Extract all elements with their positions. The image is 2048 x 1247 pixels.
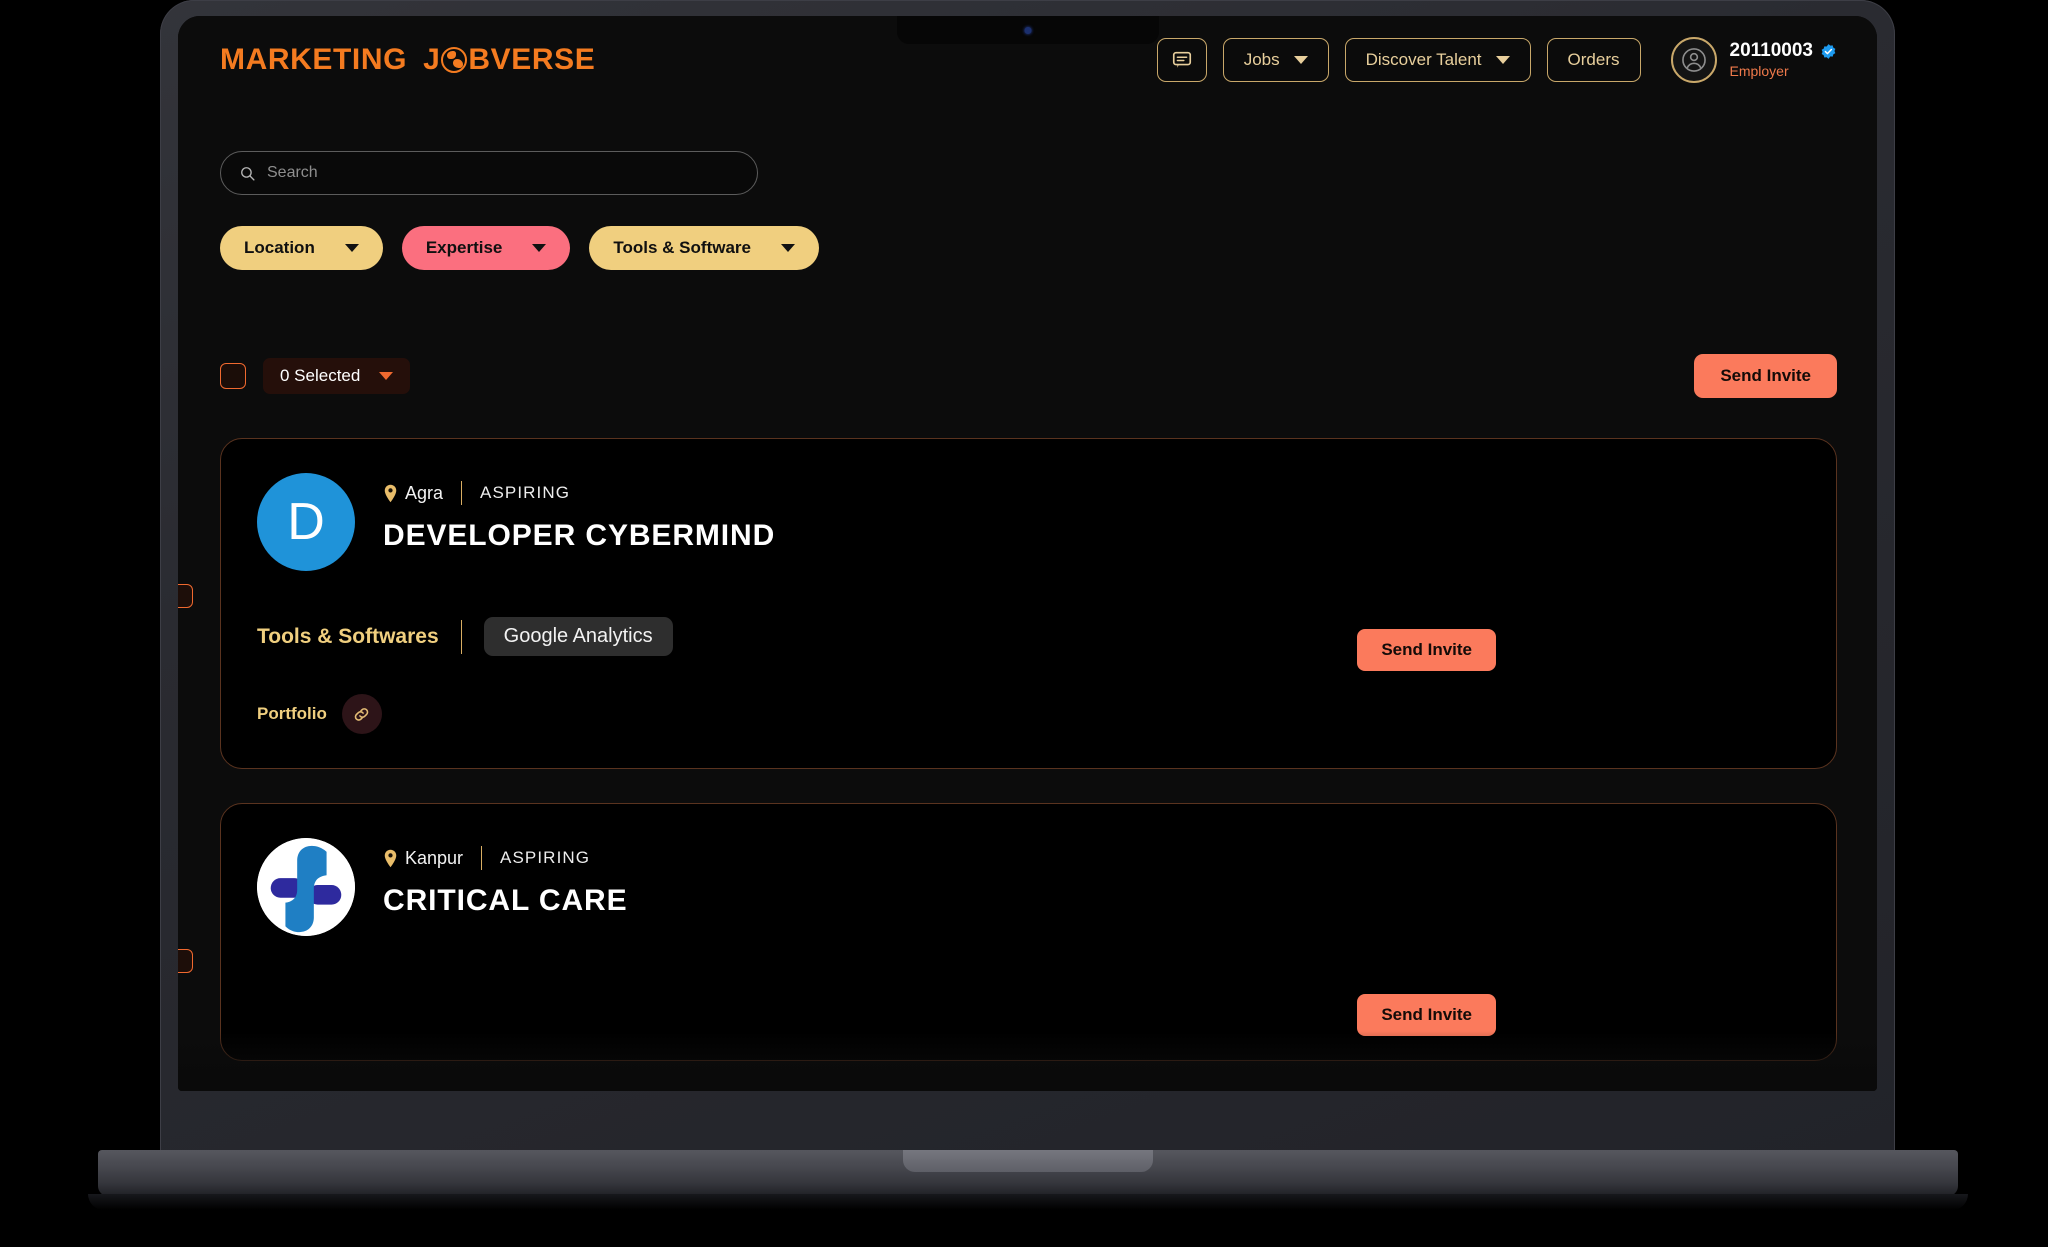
candidate-portfolio-row: Portfolio xyxy=(257,694,1800,734)
app-viewport: MARKETING J BVERSE Jobs Discover Talent … xyxy=(178,16,1877,1091)
candidate-avatar xyxy=(257,838,355,936)
tools-divider xyxy=(460,619,462,654)
laptop-base xyxy=(98,1150,1958,1196)
brand-word-jobverse: J BVERSE xyxy=(423,43,595,77)
candidate-location-label: Agra xyxy=(405,482,444,503)
chevron-down-icon xyxy=(379,372,394,380)
map-pin-icon xyxy=(384,849,397,867)
verified-badge-icon xyxy=(1821,43,1836,59)
candidate-avatar: D xyxy=(257,473,355,571)
tools-label: Tools & Softwares xyxy=(257,624,439,648)
laptop-foot-shadow xyxy=(88,1194,1968,1210)
brand-j: J xyxy=(423,43,441,76)
search-icon xyxy=(241,166,255,181)
candidate-card[interactable]: D Agra ASPIRING DEVELOPER CYBERMIND Send… xyxy=(178,438,1837,769)
filter-location-label: Location xyxy=(244,238,315,257)
screen-notch xyxy=(896,16,1159,44)
select-all-checkbox[interactable] xyxy=(220,363,246,389)
globe-icon xyxy=(441,47,468,73)
company-logo-icon xyxy=(257,838,355,936)
candidate-list: D Agra ASPIRING DEVELOPER CYBERMIND Send… xyxy=(178,438,1837,1061)
profile-id-row: 20110003 xyxy=(1730,39,1838,63)
brand-logo[interactable]: MARKETING J BVERSE xyxy=(220,43,595,77)
filter-tools-software-label: Tools & Software xyxy=(613,238,751,257)
search-input[interactable] xyxy=(267,164,739,182)
filter-pill-group: Location Expertise Tools & Software xyxy=(220,226,1837,270)
user-avatar-icon xyxy=(1681,48,1706,72)
nav-orders-label: Orders xyxy=(1567,50,1620,69)
tool-chip: Google Analytics xyxy=(483,617,673,656)
send-invite-button[interactable]: Send Invite xyxy=(1357,994,1496,1036)
filter-location[interactable]: Location xyxy=(220,226,383,270)
profile-role: Employer xyxy=(1729,63,1789,80)
filter-expertise[interactable]: Expertise xyxy=(401,226,571,270)
filter-expertise-label: Expertise xyxy=(425,238,503,257)
candidate-select-checkbox[interactable] xyxy=(178,949,193,973)
search-bar[interactable] xyxy=(220,151,758,195)
nav-jobs-label: Jobs xyxy=(1243,50,1280,69)
candidate-header: Kanpur ASPIRING CRITICAL CARE xyxy=(257,838,1800,936)
laptop-mockup: MARKETING J BVERSE Jobs Discover Talent … xyxy=(88,0,1968,1210)
link-icon xyxy=(355,707,369,721)
chevron-down-icon xyxy=(1495,56,1510,64)
candidate-status: ASPIRING xyxy=(500,848,591,867)
candidate-select-checkbox[interactable] xyxy=(178,584,193,608)
candidate-header: D Agra ASPIRING DEVELOPER CYBERMIND xyxy=(257,473,1800,571)
candidate-location: Agra xyxy=(383,483,443,504)
top-nav-actions: Jobs Discover Talent Orders 20110003 Emp… xyxy=(1156,37,1838,83)
candidate-location-label: Kanpur xyxy=(405,847,464,868)
profile-menu[interactable]: 20110003 Employer xyxy=(1670,37,1838,83)
avatar xyxy=(1670,37,1717,83)
chevron-down-icon xyxy=(344,244,359,252)
nav-orders-button[interactable]: Orders xyxy=(1546,38,1641,82)
chevron-down-icon xyxy=(780,244,795,252)
laptop-screen: MARKETING J BVERSE Jobs Discover Talent … xyxy=(178,16,1877,1091)
filter-tools-software[interactable]: Tools & Software xyxy=(589,226,819,270)
map-pin-icon xyxy=(384,484,397,502)
nav-discover-talent-label: Discover Talent xyxy=(1365,50,1482,69)
selected-count-dropdown[interactable]: 0 Selected xyxy=(263,358,411,394)
nav-jobs-dropdown[interactable]: Jobs xyxy=(1222,38,1329,82)
screenshot-stage: MARKETING J BVERSE Jobs Discover Talent … xyxy=(0,0,2048,1247)
candidate-location: Kanpur xyxy=(383,848,463,869)
selection-toolbar: 0 Selected Send Invite xyxy=(220,354,1837,398)
chat-bubble-icon xyxy=(1172,51,1191,68)
nav-discover-talent-dropdown[interactable]: Discover Talent xyxy=(1344,38,1531,82)
candidate-card[interactable]: Kanpur ASPIRING CRITICAL CARE Send Invit… xyxy=(178,803,1837,1061)
chevron-down-icon xyxy=(532,244,547,252)
candidate-meta-row: Kanpur ASPIRING xyxy=(383,846,1800,870)
messages-button[interactable] xyxy=(1156,38,1207,82)
candidate-name: CRITICAL CARE xyxy=(383,884,628,917)
meta-divider xyxy=(481,846,483,870)
candidate-status: ASPIRING xyxy=(480,483,571,502)
send-invite-bulk-button[interactable]: Send Invite xyxy=(1694,354,1837,398)
portfolio-link-button[interactable] xyxy=(341,694,382,734)
chevron-down-icon xyxy=(1293,56,1308,64)
avatar-initial: D xyxy=(287,493,325,551)
candidate-meta-row: Agra ASPIRING xyxy=(383,481,1800,505)
candidate-tools-row: Tools & Softwares Google Analytics xyxy=(257,617,1800,656)
brand-bverse: BVERSE xyxy=(468,43,596,76)
page-content: Location Expertise Tools & Software xyxy=(178,104,1877,1061)
portfolio-label: Portfolio xyxy=(257,704,327,723)
candidate-meta: Kanpur ASPIRING CRITICAL CARE xyxy=(383,838,1800,918)
send-invite-button[interactable]: Send Invite xyxy=(1357,629,1496,671)
candidate-meta: Agra ASPIRING DEVELOPER CYBERMIND xyxy=(383,473,1800,553)
meta-divider xyxy=(461,481,463,505)
selected-count-label: 0 Selected xyxy=(280,366,361,385)
profile-id: 20110003 xyxy=(1729,40,1814,62)
webcam-icon xyxy=(1024,27,1031,34)
candidate-name: DEVELOPER CYBERMIND xyxy=(383,519,776,552)
profile-meta: 20110003 Employer xyxy=(1730,39,1838,80)
brand-word-marketing: MARKETING xyxy=(220,43,408,76)
